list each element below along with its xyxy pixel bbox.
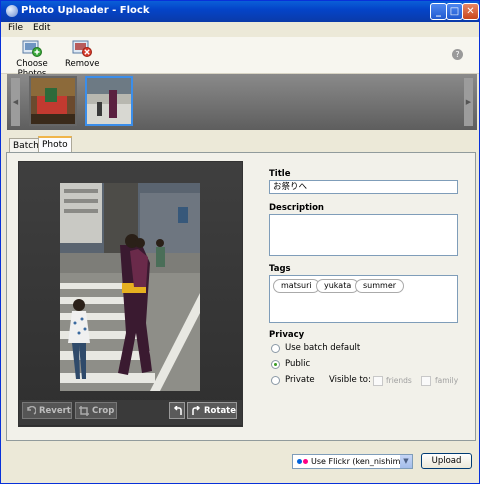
photo-editor: Revert Crop Rotate <box>18 161 243 427</box>
crop-icon <box>79 406 89 416</box>
add-photos-icon <box>22 39 42 57</box>
privacy-batch-default-radio[interactable] <box>271 344 280 353</box>
choose-photos-button[interactable]: Choose Photos <box>5 39 59 79</box>
crop-button[interactable]: Crop <box>75 402 117 419</box>
privacy-public-label: Public <box>285 359 311 369</box>
remove-label: Remove <box>65 59 100 69</box>
friends-checkbox[interactable] <box>373 376 383 386</box>
privacy-public-radio[interactable] <box>271 360 280 369</box>
rotate-button[interactable]: Rotate <box>187 402 237 419</box>
photo-thumbnail[interactable] <box>29 76 77 126</box>
account-select-value: Use Flickr (ken_nishimura) <box>311 457 413 466</box>
chevron-down-icon[interactable]: ▼ <box>400 455 412 468</box>
revert-label: Revert <box>39 406 71 416</box>
rotate-right-icon <box>192 406 201 415</box>
tags-input[interactable]: matsuri yukata summer <box>269 275 458 323</box>
flock-app-icon <box>6 5 18 17</box>
crop-label: Crop <box>92 406 115 416</box>
tags-label: Tags <box>269 264 291 274</box>
tag-pill[interactable]: matsuri <box>273 279 320 293</box>
title-input[interactable]: お祭りへ <box>269 180 458 194</box>
photo-details-panel: Revert Crop Rotate Title お祭りへ Descriptio… <box>6 152 476 441</box>
editor-toolbar: Revert Crop Rotate <box>19 400 242 425</box>
menu-file[interactable]: File <box>8 23 23 33</box>
strip-right-arrow[interactable]: ▶ <box>464 78 473 126</box>
revert-button[interactable]: Revert <box>22 402 72 419</box>
flickr-logo-icon <box>303 459 308 464</box>
photo-strip: ◀ ▶ <box>7 74 477 130</box>
tag-pill[interactable]: yukata <box>316 279 360 293</box>
menu-edit[interactable]: Edit <box>33 23 50 33</box>
upload-button[interactable]: Upload <box>421 453 472 469</box>
account-select[interactable]: Use Flickr (ken_nishimura) ▼ <box>292 454 413 469</box>
revert-icon <box>27 406 36 415</box>
thumbnail-image-1 <box>31 78 75 124</box>
app-window: Photo Uploader - Flock _ □ ✕ File Edit C… <box>0 0 480 484</box>
help-icon[interactable]: ? <box>452 49 463 60</box>
family-label: family <box>435 376 459 385</box>
footer-bar: Use Flickr (ken_nishimura) ▼ Upload <box>1 441 479 483</box>
rotate-left-icon <box>173 406 182 415</box>
family-checkbox[interactable] <box>421 376 431 386</box>
privacy-private-radio[interactable] <box>271 376 280 385</box>
flickr-logo-icon <box>297 459 302 464</box>
menu-bar: File Edit <box>1 22 479 36</box>
rotate-left-button[interactable] <box>169 402 185 419</box>
privacy-batch-default-label: Use batch default <box>285 343 361 353</box>
privacy-private-label: Private <box>285 375 315 385</box>
friends-label: friends <box>386 376 412 385</box>
photo-preview <box>60 183 200 391</box>
privacy-label: Privacy <box>269 330 305 340</box>
strip-left-arrow[interactable]: ◀ <box>11 78 20 126</box>
remove-photo-icon <box>72 39 92 57</box>
photo-image <box>60 183 200 391</box>
maximize-button[interactable]: □ <box>446 3 463 20</box>
rotate-label: Rotate <box>204 406 237 416</box>
photo-thumbnail-selected[interactable] <box>85 76 133 126</box>
title-bar: Photo Uploader - Flock _ □ ✕ <box>1 1 479 22</box>
minimize-button[interactable]: _ <box>430 3 447 20</box>
description-input[interactable] <box>269 214 458 256</box>
close-button[interactable]: ✕ <box>462 3 479 20</box>
title-label: Title <box>269 169 291 179</box>
thumbnail-image-2 <box>87 78 131 124</box>
toolbar: Choose Photos Remove ? <box>1 37 479 79</box>
remove-button[interactable]: Remove <box>65 39 100 69</box>
description-label: Description <box>269 203 324 213</box>
visible-to-label: Visible to: <box>329 375 371 385</box>
window-title: Photo Uploader - Flock <box>21 5 150 16</box>
tag-pill[interactable]: summer <box>355 279 405 293</box>
